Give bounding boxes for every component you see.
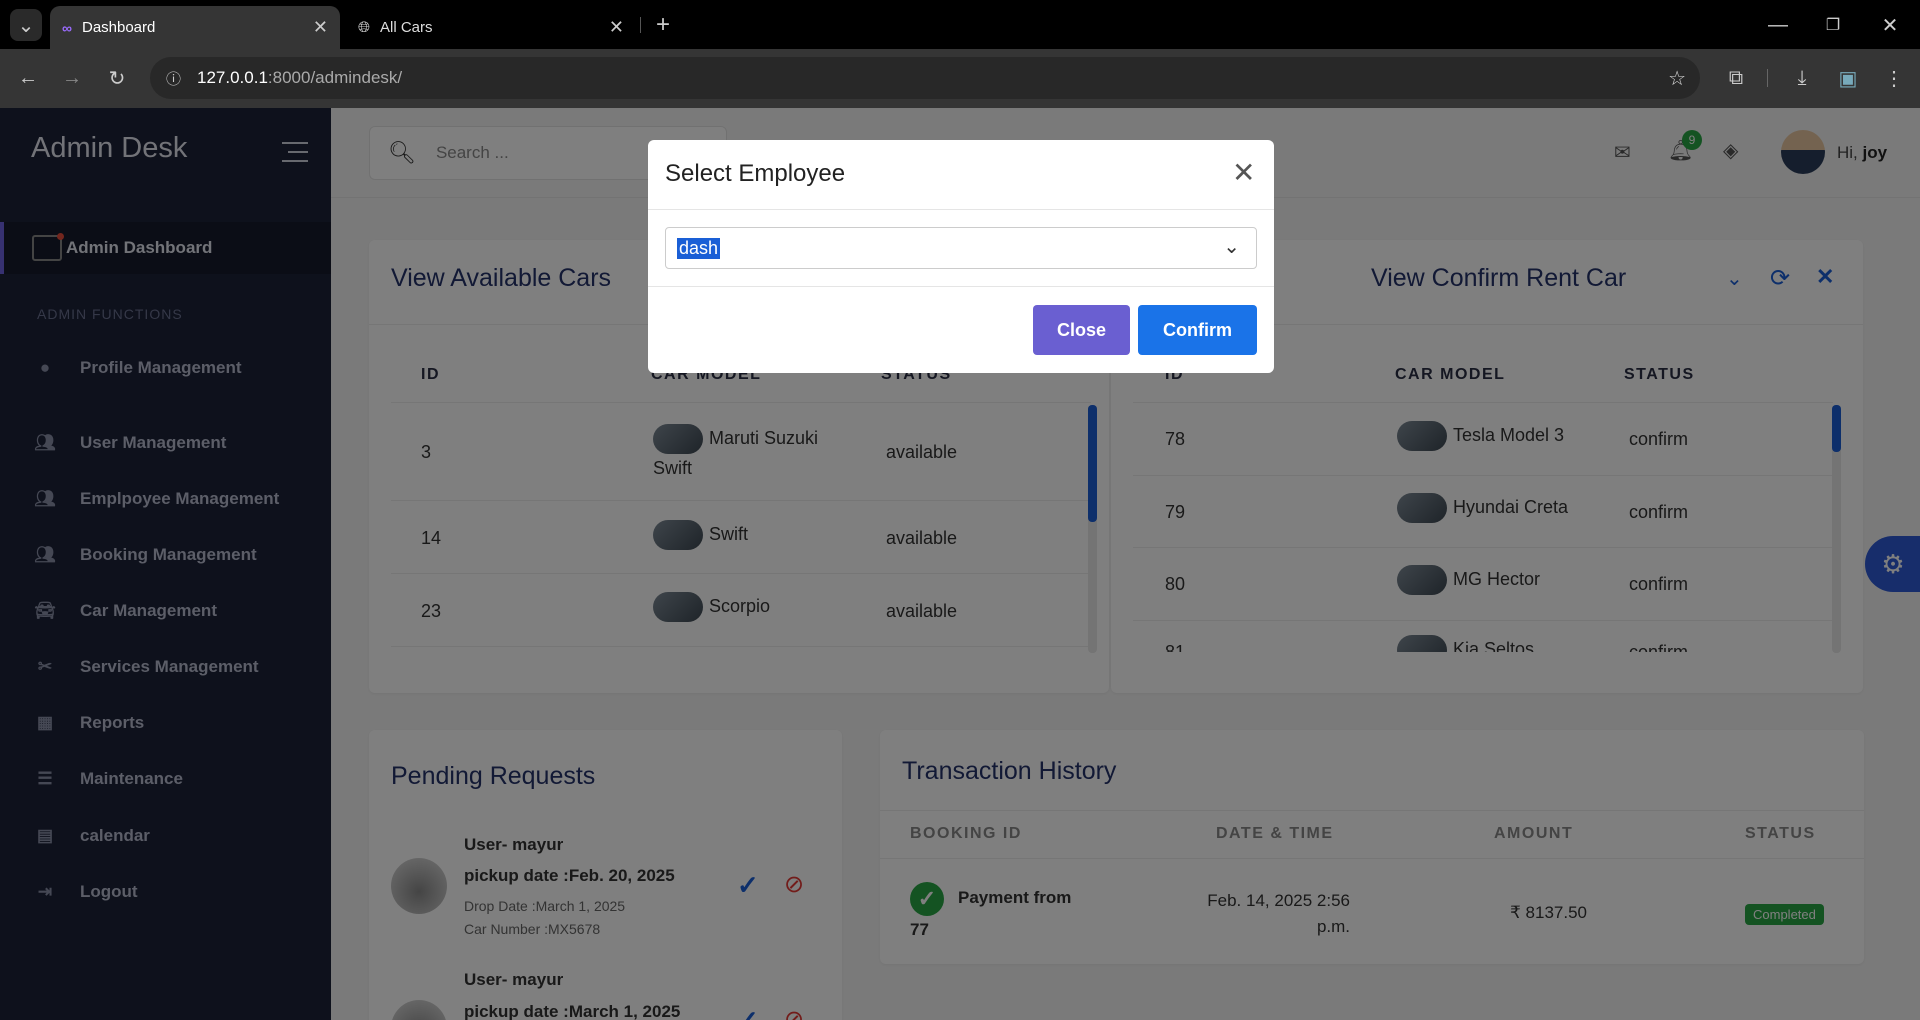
modal-close-icon[interactable]: ✕ <box>1232 156 1255 189</box>
site-info-icon[interactable]: ⓘ <box>166 68 181 89</box>
browser-menu-icon[interactable]: ⋮ <box>1878 62 1910 94</box>
tab-list-chevron-icon[interactable]: ⌄ <box>10 9 42 41</box>
close-tab-icon[interactable]: ✕ <box>313 17 328 38</box>
confirm-button[interactable]: Confirm <box>1138 305 1257 355</box>
address-bar[interactable]: ⓘ 127.0.0.1:8000/admindesk/ ☆ <box>150 57 1700 99</box>
close-tab-icon[interactable]: ✕ <box>609 17 624 38</box>
tab-title: Dashboard <box>81 19 156 36</box>
window-close-icon[interactable]: ✕ <box>1874 9 1906 41</box>
forward-icon[interactable]: → <box>56 62 88 94</box>
divider <box>648 209 1274 210</box>
toolbar-divider <box>1767 69 1768 87</box>
browser-toolbar: ← → ↻ ⓘ 127.0.0.1:8000/admindesk/ ☆ ⧉ ⤓ … <box>0 49 1920 108</box>
tab-all-cars[interactable]: 🌐︎ All Cars ✕ <box>346 6 636 49</box>
app-favicon-icon: ∞ <box>62 19 72 36</box>
restore-icon[interactable]: ❐ <box>1817 9 1849 41</box>
modal-title: Select Employee <box>665 160 846 187</box>
profile-icon[interactable]: ▣ <box>1832 62 1864 94</box>
tab-dashboard[interactable]: ∞ Dashboard ✕ <box>50 6 340 49</box>
back-icon[interactable]: ← <box>12 62 44 94</box>
new-tab-plus-icon[interactable]: + <box>647 9 679 41</box>
select-employee-modal: Select Employee ✕ dash ⌄ Close Confirm <box>648 140 1274 373</box>
selected-employee: dash <box>677 237 721 259</box>
tab-title: All Cars <box>380 19 433 36</box>
url-host: 127.0.0.1 <box>197 68 268 87</box>
reload-icon[interactable]: ↻ <box>101 62 133 94</box>
chevron-down-icon: ⌄ <box>1223 236 1240 258</box>
download-icon[interactable]: ⤓ <box>1786 62 1818 94</box>
minimize-icon[interactable]: — <box>1762 9 1794 41</box>
url-path: :8000/admindesk/ <box>267 68 403 87</box>
browser-tab-bar: ⌄ ∞ Dashboard ✕ 🌐︎ All Cars ✕ + — ❐ ✕ <box>0 0 1920 49</box>
globe-icon: 🌐︎ <box>358 19 371 36</box>
divider <box>648 286 1274 287</box>
bookmark-star-icon[interactable]: ☆ <box>1668 66 1686 91</box>
tab-divider <box>640 17 641 33</box>
employee-select[interactable]: dash ⌄ <box>665 227 1257 269</box>
extensions-icon[interactable]: ⧉ <box>1720 62 1752 94</box>
close-button[interactable]: Close <box>1033 305 1130 355</box>
